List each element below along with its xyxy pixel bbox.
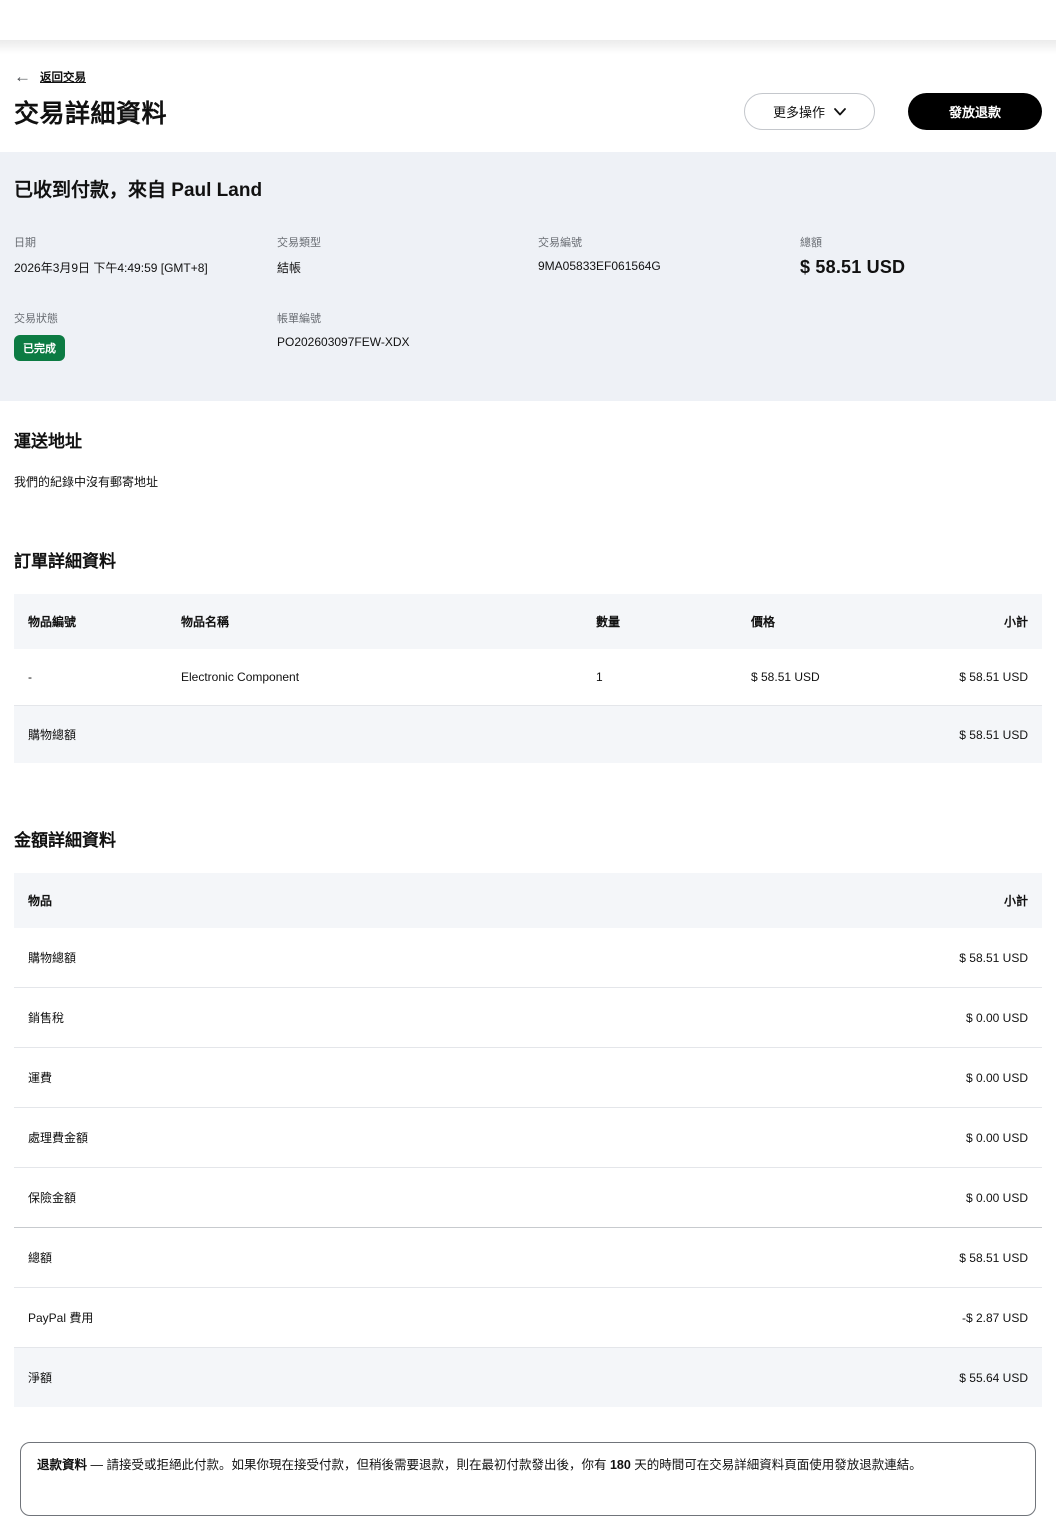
price-cell: $ 58.51 USD [737,649,882,706]
amount-value: -$ 2.87 USD [519,1288,1042,1348]
amount-row-purchase-total: 購物總額 $ 58.51 USD [14,928,1042,988]
item-name-cell: Electronic Component [167,649,582,706]
amount-label: 運費 [14,1048,519,1108]
col-item-name: 物品名稱 [167,594,582,649]
date-value: 2026年3月9日 下午4:49:59 [GMT+8] [14,259,277,276]
total-amount-label: 總額 [800,234,1042,250]
amount-label: 總額 [14,1228,519,1288]
amount-label: PayPal 費用 [14,1288,519,1348]
shipping-heading: 運送地址 [14,427,1042,452]
transaction-status-label: 交易狀態 [14,310,277,326]
quantity-cell: 1 [582,649,737,706]
col-amount-subtotal: 小計 [519,873,1042,928]
transaction-id-label: 交易編號 [538,234,800,250]
more-actions-button[interactable]: 更多操作 [744,93,875,130]
top-bar [0,0,1056,40]
summary-field-date: 日期 2026年3月9日 下午4:49:59 [GMT+8] [14,234,277,278]
refund-note-days: 180 [610,1458,631,1472]
col-item: 物品 [14,873,519,928]
amount-label: 處理費金額 [14,1108,519,1168]
order-table: 物品編號 物品名稱 數量 價格 小計 - Electronic Componen… [14,594,1042,763]
total-amount-value: $ 58.51 USD [800,257,1042,278]
amount-row-gross-total: 總額 $ 58.51 USD [14,1228,1042,1288]
amount-value: $ 55.64 USD [519,1348,1042,1408]
amount-value: $ 58.51 USD [519,928,1042,988]
summary-field-type: 交易類型 結帳 [277,234,538,278]
transaction-type-label: 交易類型 [277,234,538,250]
amount-label: 淨額 [14,1348,519,1408]
col-item-id: 物品編號 [14,594,167,649]
invoice-id-label: 帳單編號 [277,310,538,326]
summary-field-invoice: 帳單編號 PO202603097FEW-XDX [277,310,538,361]
order-heading: 訂單詳細資料 [14,547,1042,572]
page-title: 交易詳細資料 [14,94,167,130]
amount-value: $ 58.51 USD [519,1228,1042,1288]
payment-summary: 已收到付款，來自 Paul Land 日期 2026年3月9日 下午4:49:5… [0,152,1056,401]
title-row: 交易詳細資料 更多操作 發放退款 [14,93,1042,130]
amount-row-insurance: 保險金額 $ 0.00 USD [14,1168,1042,1228]
amount-row-paypal-fee: PayPal 費用 -$ 2.87 USD [14,1288,1042,1348]
back-arrow-icon[interactable]: ← [14,68,31,85]
amount-row-sales-tax: 銷售稅 $ 0.00 USD [14,988,1042,1048]
shipping-empty-text: 我們的紀錄中沒有郵寄地址 [14,473,1042,490]
amount-value: $ 0.00 USD [519,1108,1042,1168]
amount-label: 保險金額 [14,1168,519,1228]
summary-field-txn-id: 交易編號 9MA05833EF061564G [538,234,800,278]
purchase-total-value: $ 58.51 USD [882,706,1042,764]
invoice-id-value: PO202603097FEW-XDX [277,335,538,349]
col-subtotal: 小計 [882,594,1042,649]
table-row: - Electronic Component 1 $ 58.51 USD $ 5… [14,649,1042,706]
refund-note-text-before: 請接受或拒絕此付款。如果你現在接受付款，但稍後需要退款，則在最初付款發出後，你有 [106,1458,609,1472]
main-content: ← 返回交易 交易詳細資料 更多操作 發放退款 已收到付款，來自 Paul La… [0,68,1056,1516]
item-id-cell: - [14,649,167,706]
issue-refund-button[interactable]: 發放退款 [908,93,1042,130]
amount-label: 購物總額 [14,928,519,988]
col-quantity: 數量 [582,594,737,649]
summary-field-status: 交易狀態 已完成 [14,310,277,361]
purchase-total-label: 購物總額 [14,706,882,764]
subtotal-cell: $ 58.51 USD [882,649,1042,706]
summary-grid: 日期 2026年3月9日 下午4:49:59 [GMT+8] 交易類型 結帳 交… [14,234,1042,361]
status-badge: 已完成 [14,335,65,361]
top-bar-shadow [0,40,1056,54]
breadcrumb: ← 返回交易 [14,68,1042,85]
amounts-table: 物品 小計 購物總額 $ 58.51 USD 銷售稅 $ 0.00 USD 運費… [14,873,1042,1407]
order-table-header: 物品編號 物品名稱 數量 價格 小計 [14,594,1042,649]
amount-value: $ 0.00 USD [519,1168,1042,1228]
shipping-section: 運送地址 我們的紀錄中沒有郵寄地址 [14,427,1042,490]
amount-row-shipping: 運費 $ 0.00 USD [14,1048,1042,1108]
date-label: 日期 [14,234,277,250]
amount-value: $ 0.00 USD [519,1048,1042,1108]
summary-field-amount: 總額 $ 58.51 USD [800,234,1042,278]
amount-label: 銷售稅 [14,988,519,1048]
transaction-type-value: 結帳 [277,259,538,276]
amount-details-section: 金額詳細資料 物品 小計 購物總額 $ 58.51 USD 銷售稅 $ 0.00… [14,826,1042,1407]
refund-note-separator: — [87,1458,106,1472]
amount-row-net: 淨額 $ 55.64 USD [14,1348,1042,1408]
chevron-down-icon [834,108,846,116]
back-link[interactable]: 返回交易 [40,69,86,85]
transaction-id-value: 9MA05833EF061564G [538,259,800,273]
amounts-table-header: 物品 小計 [14,873,1042,928]
purchase-total-row: 購物總額 $ 58.51 USD [14,706,1042,764]
refund-info-note: 退款資料 — 請接受或拒絕此付款。如果你現在接受付款，但稍後需要退款，則在最初付… [20,1442,1036,1516]
amounts-heading: 金額詳細資料 [14,826,1042,851]
action-buttons: 更多操作 發放退款 [744,93,1042,130]
order-details-section: 訂單詳細資料 物品編號 物品名稱 數量 價格 小計 - Electronic C… [14,547,1042,763]
col-price: 價格 [737,594,882,649]
refund-note-title: 退款資料 [37,1458,87,1472]
amount-value: $ 0.00 USD [519,988,1042,1048]
refund-note-text-after: 天的時間可在交易詳細資料頁面使用發放退款連結。 [631,1458,922,1472]
more-actions-label: 更多操作 [773,102,825,121]
summary-heading: 已收到付款，來自 Paul Land [14,175,1042,202]
amount-row-handling: 處理費金額 $ 0.00 USD [14,1108,1042,1168]
